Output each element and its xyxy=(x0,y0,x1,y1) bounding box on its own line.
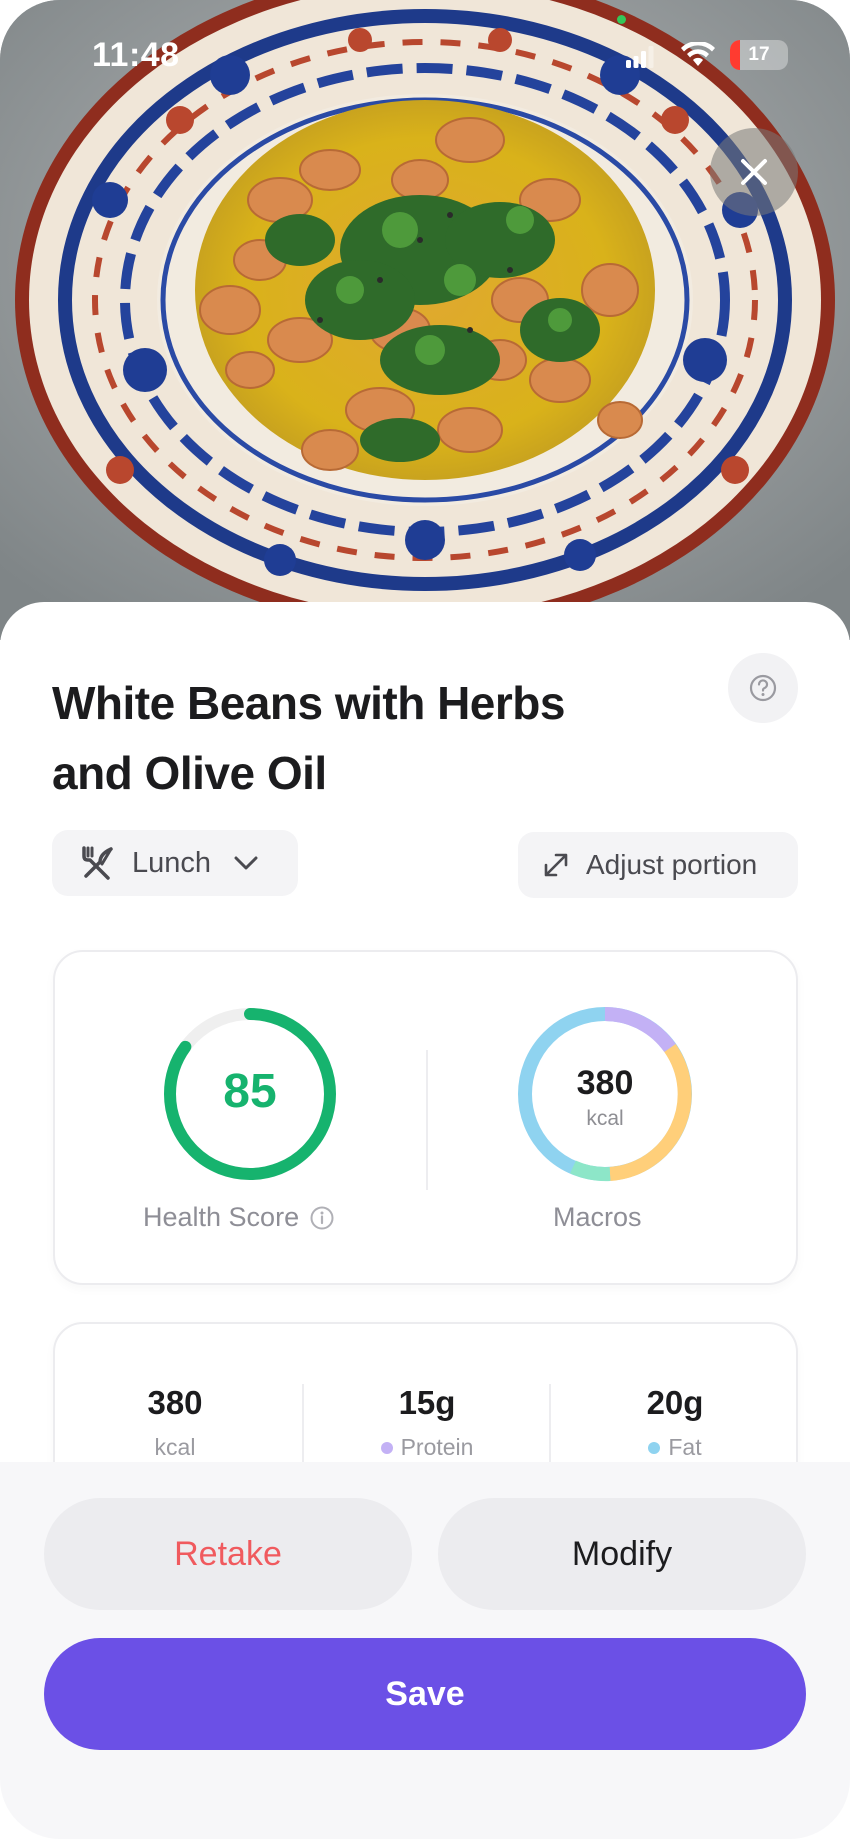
macros-protein-segment xyxy=(604,1007,676,1053)
wifi-icon xyxy=(680,40,716,73)
macros-kcal-unit: kcal xyxy=(586,1107,624,1130)
macro-protein-label: Protein xyxy=(307,1434,547,1461)
adjust-portion-label: Adjust portion xyxy=(586,849,758,880)
macro-protein: 15g Protein xyxy=(307,1384,547,1461)
macros-fiber-segment xyxy=(570,1160,611,1182)
macros-ring[interactable]: 380 kcal xyxy=(515,1004,695,1184)
protein-dot-icon xyxy=(380,1441,393,1454)
bottom-action-bar: Retake Modify Save xyxy=(0,1462,850,1839)
adjust-portion-button[interactable]: Adjust portion xyxy=(518,832,798,898)
summary-card: 85 Health Score 380 kcal Macros xyxy=(53,950,798,1285)
meal-type-dropdown[interactable]: Lunch xyxy=(52,830,298,896)
modify-button[interactable]: Modify xyxy=(438,1498,806,1610)
macro-kcal-value: 380 xyxy=(147,1384,203,1421)
health-score-ring[interactable]: 85 xyxy=(160,1004,340,1184)
help-button[interactable] xyxy=(728,653,798,723)
macro-protein-label-text: Protein xyxy=(400,1434,474,1460)
question-circle-icon xyxy=(749,674,777,702)
macro-fat-value: 20g xyxy=(646,1384,704,1421)
status-bar: 11:48 17 xyxy=(0,0,850,110)
save-button[interactable]: Save xyxy=(44,1638,806,1750)
macro-divider xyxy=(302,1384,304,1474)
screen: 11:48 17 White Beans with Herbs and Oliv… xyxy=(0,0,850,1839)
status-time: 11:48 xyxy=(92,36,180,74)
camera-indicator-icon xyxy=(617,15,626,24)
macro-fat-label-text: Fat xyxy=(668,1434,702,1460)
meal-title: White Beans with Herbs and Olive Oil xyxy=(52,677,565,799)
close-icon xyxy=(741,159,767,185)
macro-protein-value: 15g xyxy=(398,1384,456,1421)
fat-dot-icon xyxy=(648,1441,661,1454)
health-score-value: 85 xyxy=(223,1065,277,1118)
macro-fat-label: Fat xyxy=(555,1434,795,1461)
retake-button[interactable]: Retake xyxy=(44,1498,412,1610)
battery-icon: 17 xyxy=(730,40,788,70)
health-score-label-text: Health Score xyxy=(143,1202,300,1232)
macro-kcal: 380 kcal xyxy=(55,1384,295,1461)
fork-knife-icon xyxy=(82,846,113,880)
health-score-label[interactable]: Health Score xyxy=(143,1202,335,1233)
summary-divider xyxy=(426,1050,428,1190)
macro-kcal-label: kcal xyxy=(55,1434,295,1461)
expand-arrows-icon xyxy=(544,853,568,877)
close-button[interactable] xyxy=(710,128,798,216)
signal-icon xyxy=(626,46,654,73)
battery-level: 17 xyxy=(748,44,770,65)
macro-kcal-label-text: kcal xyxy=(154,1434,196,1460)
chevron-down-icon xyxy=(234,856,258,870)
macro-divider xyxy=(549,1384,551,1474)
macros-label: Macros xyxy=(553,1202,642,1232)
macro-fat: 20g Fat xyxy=(555,1384,795,1461)
macros-kcal-value: 380 xyxy=(576,1064,634,1102)
info-circle-icon xyxy=(310,1206,334,1229)
meal-type-label: Lunch xyxy=(132,846,212,879)
